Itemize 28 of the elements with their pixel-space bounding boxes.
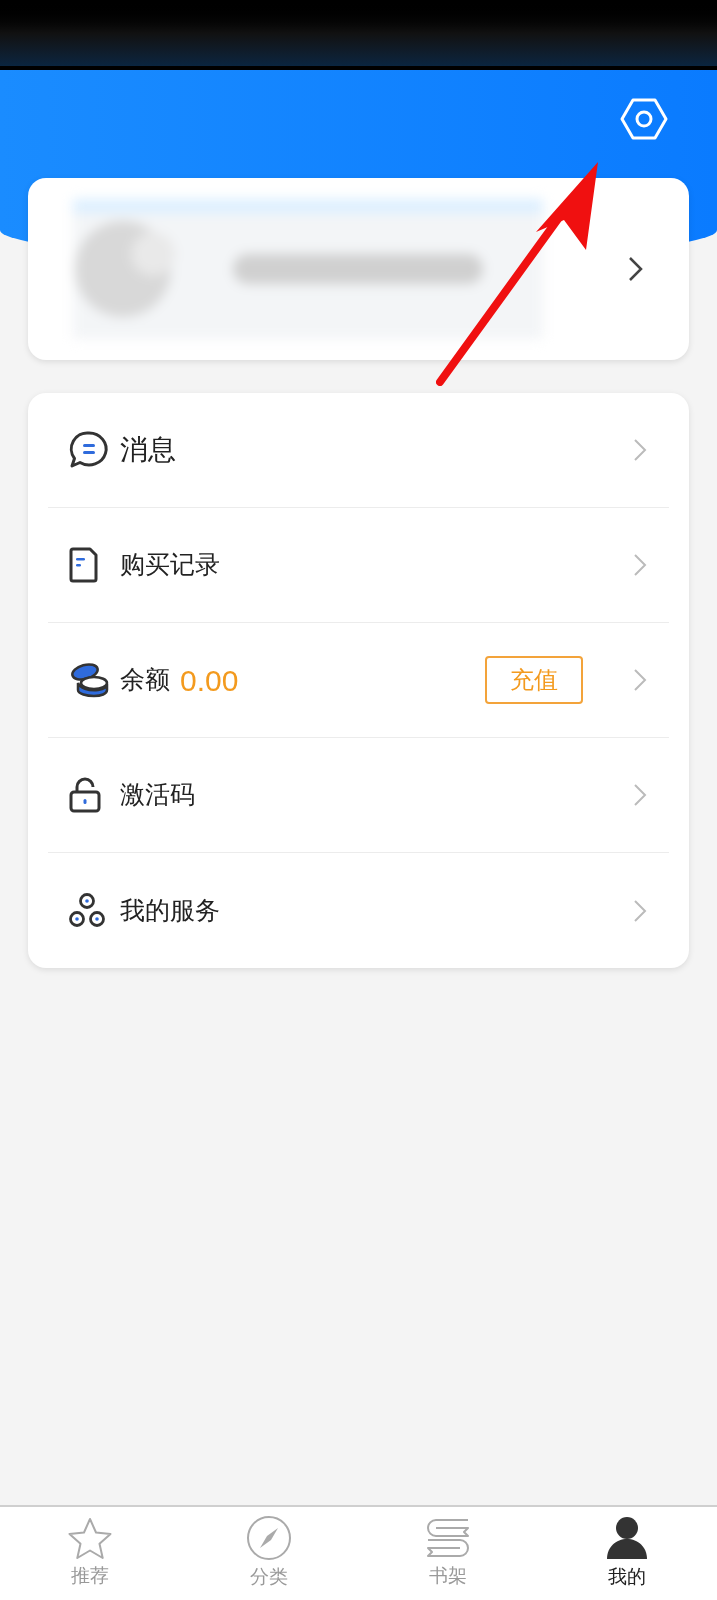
- menu-item[interactable]: 我的服务: [48, 853, 669, 968]
- menu-item[interactable]: 消息: [48, 393, 669, 508]
- menu-item[interactable]: 余额 0.00 充值: [48, 623, 669, 738]
- chevron-right-icon: [628, 256, 644, 282]
- menu-label: 我的服务: [120, 894, 220, 926]
- menu-item[interactable]: 激活码: [48, 738, 669, 853]
- star-icon: [66, 1516, 113, 1561]
- chevron-right-icon: [633, 783, 647, 807]
- chat-bubble-icon: [68, 430, 110, 470]
- profile-card[interactable]: [28, 178, 689, 360]
- chevron-right-icon: [633, 438, 647, 462]
- coins-icon: [68, 661, 110, 699]
- menu-label: 余额: [120, 664, 170, 696]
- chevron-right-icon: [633, 898, 647, 923]
- person-icon: [605, 1515, 650, 1562]
- menu-item[interactable]: 购买记录: [48, 508, 669, 623]
- menu-label: 消息: [120, 433, 176, 467]
- compass-icon: [245, 1515, 292, 1562]
- chevron-right-icon: [633, 553, 647, 577]
- unlocked-padlock-icon: [68, 777, 102, 813]
- menu-label: 购买记录: [120, 549, 220, 581]
- document-icon: [68, 547, 100, 583]
- chevron-right-icon: [633, 668, 647, 692]
- menu-label: 激活码: [120, 779, 195, 811]
- nav-tab[interactable]: 我的: [537, 1507, 717, 1600]
- hexagon-cluster-icon: [68, 892, 106, 929]
- settings-icon[interactable]: [619, 96, 669, 142]
- balance-amount: 0.00: [180, 662, 239, 699]
